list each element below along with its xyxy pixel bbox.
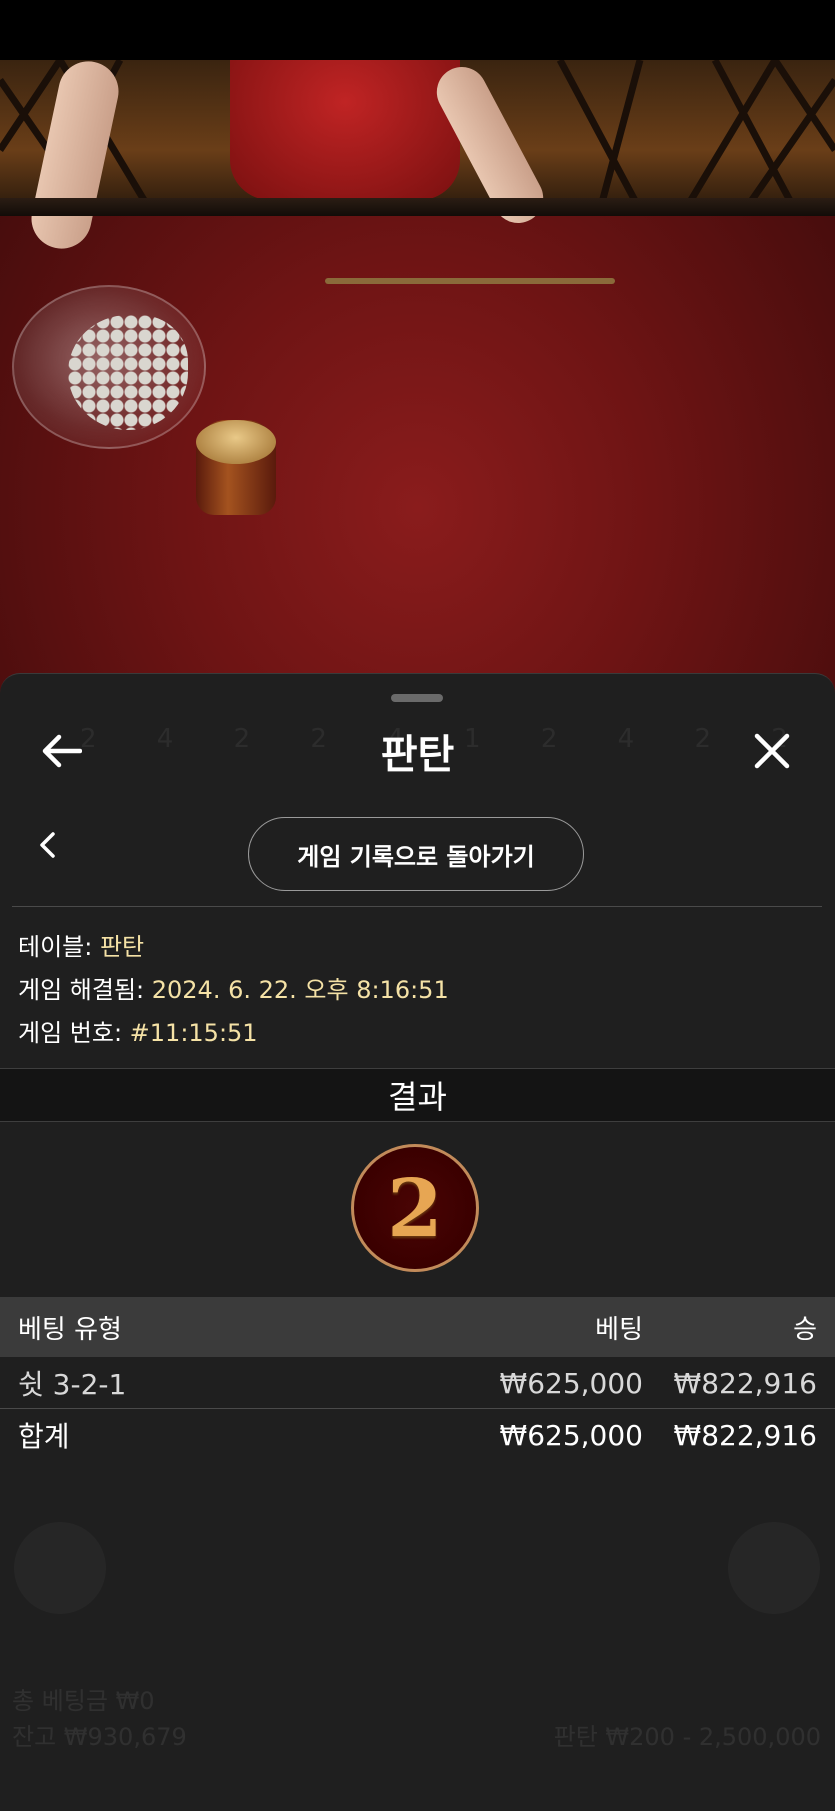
info-resolved-value: 2024. 6. 22. 오후 8:16:51	[151, 976, 449, 1004]
back-to-history-button[interactable]: 게임 기록으로 돌아가기	[248, 817, 584, 891]
ghost-total-bet: 총 베팅금 ₩0	[12, 1687, 155, 1715]
bets-table-header: 베팅 유형 베팅 승	[0, 1297, 835, 1357]
drag-handle[interactable]	[391, 694, 443, 702]
info-table: 테이블: 판탄	[18, 927, 144, 962]
info-number-label: 게임 번호:	[18, 1019, 130, 1047]
result-number-badge: 2	[351, 1144, 479, 1272]
dealer-dress	[230, 60, 460, 200]
total-win-amount: ₩822,916	[673, 1418, 817, 1452]
total-label: 합계	[18, 1420, 70, 1453]
row-bet-amount: ₩625,000	[499, 1366, 643, 1400]
table-total-row: 합계 ₩625,000 ₩822,916	[0, 1409, 835, 1461]
ghost-menu-button	[728, 1522, 820, 1614]
info-resolved-label: 게임 해결됨:	[18, 976, 152, 1004]
info-resolved: 게임 해결됨: 2024. 6. 22. 오후 8:16:51	[18, 970, 449, 1005]
game-history-sheet: 2 4 2 2 4 1 2 4 2 2 3 1 판탄 게임 기록으로 돌아가기 …	[0, 673, 835, 1811]
dealer-stick	[325, 278, 615, 284]
total-bet-amount: ₩625,000	[499, 1418, 643, 1452]
sheet-title: 판탄	[380, 732, 455, 778]
header-bet-type: 베팅 유형	[18, 1314, 122, 1345]
header-win: 승	[793, 1314, 817, 1345]
ghost-balance: 잔고 ₩930,679	[12, 1723, 187, 1751]
chevron-left-icon	[40, 832, 55, 858]
info-table-label: 테이블:	[18, 933, 100, 961]
info-table-value: 판탄	[99, 933, 145, 961]
previous-game-button[interactable]	[24, 822, 70, 868]
row-win-amount: ₩822,916	[673, 1366, 817, 1400]
beads-pile	[68, 315, 188, 430]
table-rail	[0, 198, 835, 216]
info-number-value: #11:15:51	[129, 1019, 258, 1047]
close-button[interactable]	[740, 719, 804, 783]
close-icon	[754, 733, 790, 769]
ghost-grid-button	[14, 1522, 106, 1614]
result-header: 결과	[0, 1068, 835, 1122]
info-game-number: 게임 번호: #11:15:51	[18, 1013, 258, 1048]
divider	[12, 906, 822, 907]
status-bar	[0, 0, 835, 60]
table-row: 쉿 3-2-1 ₩625,000 ₩822,916	[0, 1357, 835, 1409]
row-bet-type: 쉿 3-2-1	[18, 1368, 127, 1401]
header-bet: 베팅	[595, 1314, 643, 1345]
result-label: 결과	[388, 1078, 447, 1116]
live-dealer-video	[0, 60, 835, 700]
ghost-limits: 판탄 ₩200 - 2,500,000	[553, 1723, 821, 1751]
brass-cup-top	[196, 420, 276, 464]
